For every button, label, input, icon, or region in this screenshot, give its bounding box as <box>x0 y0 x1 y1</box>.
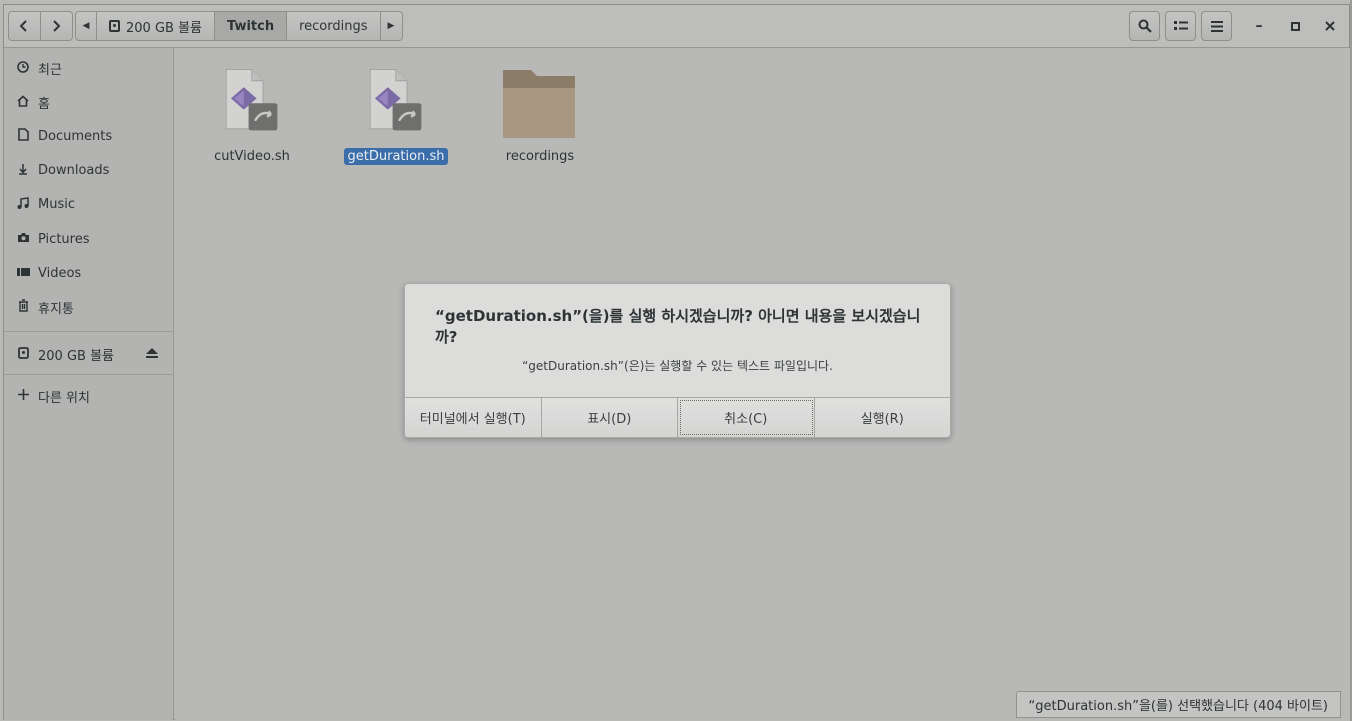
sidebar-item-label: 휴지통 <box>38 301 74 317</box>
script-file-icon <box>369 69 422 131</box>
maximize-button[interactable] <box>1284 15 1306 37</box>
view-toggle-button[interactable] <box>1165 11 1196 41</box>
path-bar: ◀ 200 GB 볼륨 Twitch recordings ▶ <box>75 11 403 41</box>
file-item[interactable]: cutVideo.sh <box>197 62 307 172</box>
sidebar-item-label: 홈 <box>38 96 50 112</box>
sidebar-item-documents[interactable]: Documents <box>4 121 174 151</box>
sidebar-item-other-locations[interactable]: 다른 위치 <box>4 381 174 411</box>
dialog-title: “getDuration.sh”(을)를 실행 하시겠습니까? 아니면 내용을 … <box>435 307 921 346</box>
plus-icon <box>16 389 30 403</box>
path-scroll-left-button[interactable]: ◀ <box>75 11 97 41</box>
trash-icon <box>16 299 30 315</box>
folder-icon <box>503 70 575 138</box>
display-button[interactable]: 표시(D) <box>541 398 678 437</box>
clock-icon <box>16 60 30 76</box>
chevron-left-icon <box>19 20 27 32</box>
sidebar-item-pictures[interactable]: Pictures <box>4 224 174 254</box>
menu-button[interactable] <box>1201 11 1232 41</box>
sidebar-item-volume[interactable]: 200 GB 볼륨 <box>4 339 174 369</box>
sidebar-item-home[interactable]: 홈 <box>4 87 174 117</box>
search-icon <box>1138 19 1152 33</box>
path-scroll-right-button[interactable]: ▶ <box>380 11 403 41</box>
dialog-actions: 터미널에서 실행(T) 표시(D) 취소(C) 실행(R) <box>405 397 950 437</box>
minimize-button[interactable]: – <box>1248 15 1270 37</box>
sidebar-item-label: Downloads <box>38 162 110 178</box>
path-segment-recordings[interactable]: recordings <box>287 11 381 41</box>
drive-icon <box>16 346 30 362</box>
path-segment-label: recordings <box>299 18 368 34</box>
folder-item[interactable]: recordings <box>485 62 595 172</box>
sidebar-item-label: Documents <box>38 128 113 144</box>
sidebar-item-label: Videos <box>38 265 82 281</box>
hamburger-menu-icon <box>1210 20 1223 32</box>
close-button[interactable] <box>1319 15 1341 37</box>
status-bar: “getDuration.sh”을(를) 선택했습니다 (404 바이트) <box>1015 691 1341 718</box>
triangle-left-icon: ◀ <box>82 21 90 31</box>
path-segment-volume[interactable]: 200 GB 볼륨 <box>97 11 215 41</box>
file-name: getDuration.sh <box>343 148 449 165</box>
sidebar-divider <box>4 374 174 375</box>
file-name: cutVideo.sh <box>214 149 290 164</box>
maximize-icon <box>1290 21 1300 31</box>
execute-dialog: “getDuration.sh”(을)를 실행 하시겠습니까? 아니면 내용을 … <box>404 283 951 438</box>
triangle-right-icon: ▶ <box>387 21 395 31</box>
path-segment-label: 200 GB 볼륨 <box>126 20 202 36</box>
camera-icon <box>16 232 30 246</box>
sidebar-item-trash[interactable]: 휴지통 <box>4 292 174 322</box>
status-text: “getDuration.sh”을(를) 선택했습니다 (404 바이트) <box>1028 699 1328 714</box>
nav-buttons <box>8 11 73 41</box>
document-icon <box>16 128 30 144</box>
video-icon <box>16 266 30 280</box>
run-button[interactable]: 실행(R) <box>814 398 950 437</box>
dialog-subtitle: “getDuration.sh”(은)는 실행할 수 있는 텍스트 파일입니다. <box>522 359 833 373</box>
chevron-right-icon <box>53 20 61 32</box>
sidebar-item-label: 다른 위치 <box>38 390 90 406</box>
sidebar-item-music[interactable]: Music <box>4 189 174 219</box>
sidebar-item-label: 최근 <box>38 62 62 78</box>
sidebar-divider <box>4 331 174 332</box>
forward-button[interactable] <box>40 11 73 41</box>
eject-icon[interactable] <box>146 347 158 361</box>
list-view-icon <box>1173 21 1188 30</box>
script-file-icon <box>225 69 278 131</box>
drive-icon <box>109 20 120 32</box>
sidebar-item-label: 200 GB 볼륨 <box>38 348 114 364</box>
close-icon <box>1325 21 1335 31</box>
sidebar-item-label: Music <box>38 196 75 212</box>
run-in-terminal-button[interactable]: 터미널에서 실행(T) <box>405 398 542 437</box>
cancel-button[interactable]: 취소(C) <box>678 398 815 437</box>
home-icon <box>16 94 30 110</box>
file-item-selected[interactable]: getDuration.sh <box>341 62 451 172</box>
sidebar-item-label: Pictures <box>38 231 90 247</box>
path-segment-twitch[interactable]: Twitch <box>215 11 288 41</box>
minimize-icon: – <box>1255 18 1263 34</box>
search-button[interactable] <box>1129 11 1160 41</box>
back-button[interactable] <box>8 11 41 41</box>
sidebar-item-videos[interactable]: Videos <box>4 258 174 288</box>
header-bar: ◀ 200 GB 볼륨 Twitch recordings ▶ – <box>4 5 1349 48</box>
sidebar-item-downloads[interactable]: Downloads <box>4 155 174 185</box>
path-segment-label: Twitch <box>227 18 275 34</box>
sidebar-item-recent[interactable]: 최근 <box>4 53 174 83</box>
music-icon <box>16 196 30 212</box>
download-icon <box>16 163 30 178</box>
sidebar: 최근 홈 Documents Downloads Music Pictures … <box>4 48 174 720</box>
file-name: recordings <box>505 149 575 164</box>
